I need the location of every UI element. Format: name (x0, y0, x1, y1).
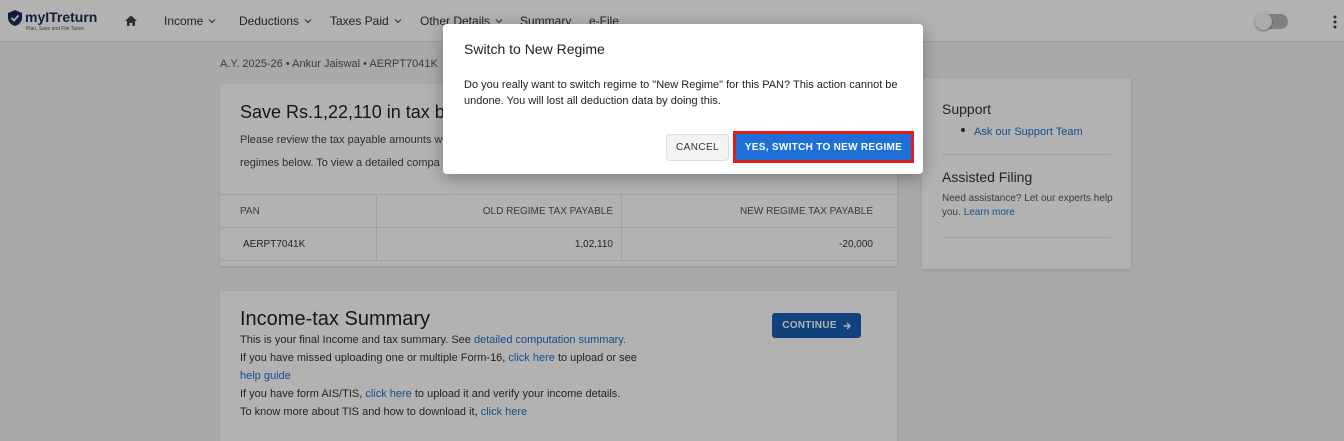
switch-regime-dialog: Switch to New Regime Do you really want … (443, 24, 923, 174)
dialog-body: Do you really want to switch regime to "… (464, 79, 898, 107)
confirm-switch-label: YES, SWITCH TO NEW REGIME (736, 134, 911, 160)
confirm-switch-button[interactable]: YES, SWITCH TO NEW REGIME (733, 131, 914, 163)
cancel-button[interactable]: CANCEL (666, 134, 729, 161)
dialog-title: Switch to New Regime (464, 41, 605, 57)
